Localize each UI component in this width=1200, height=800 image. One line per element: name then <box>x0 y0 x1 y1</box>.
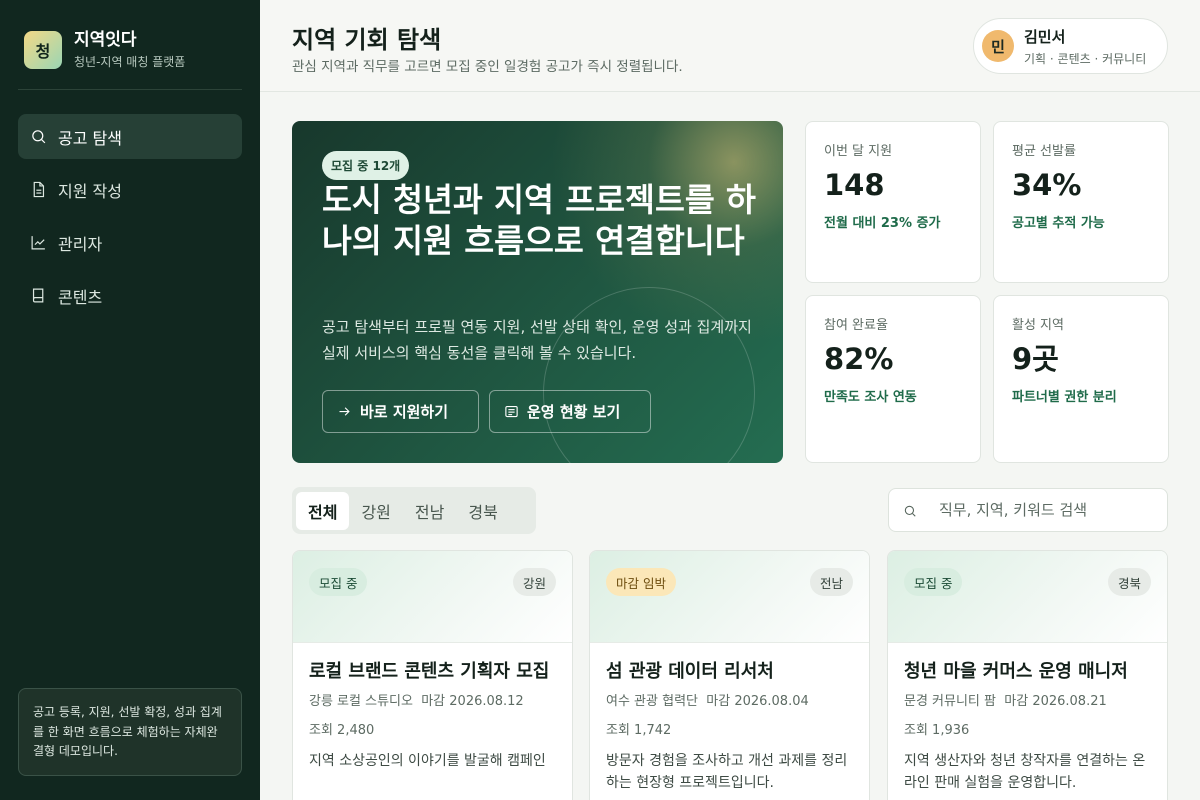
page-subtitle: 관심 지역과 직무를 고르면 모집 중인 일경험 공고가 즉시 정렬됩니다. <box>292 59 683 75</box>
brand-tagline: 청년-지역 매칭 플랫폼 <box>74 55 186 69</box>
job-card[interactable]: 모집 중 경북 청년 마을 커머스 운영 매니저 문경 커뮤니티 팜 마감 20… <box>887 550 1168 800</box>
book-icon <box>32 288 44 303</box>
brand-name: 지역잇다 <box>74 30 137 50</box>
chart-icon <box>31 236 45 250</box>
card-deadline: 마감 2026.08.04 <box>706 694 809 709</box>
card-title: 로컬 브랜드 콘텐츠 기획자 모집 <box>309 661 550 682</box>
sidebar-item-admin[interactable]: 관리자 <box>18 220 242 265</box>
sidebar-item-label: 지원 작성 <box>58 181 122 201</box>
card-org: 강릉 로컬 스튜디오 <box>309 694 413 709</box>
user-name: 김민서 <box>1024 27 1066 46</box>
stat-note: 전월 대비 23% 증가 <box>824 216 941 231</box>
sidebar-item-explore[interactable]: 공고 탐색 <box>18 114 242 159</box>
stat-label: 참여 완료율 <box>824 318 888 333</box>
tab-gyeongbuk[interactable]: 경북 <box>456 492 509 530</box>
region-badge: 경북 <box>1107 568 1151 596</box>
sidebar-item-apply[interactable]: 지원 작성 <box>18 167 242 212</box>
tab-gangwon[interactable]: 강원 <box>349 492 402 530</box>
stat-card-completion-rate: 참여 완료율 82% 만족도 조사 연동 <box>805 295 981 463</box>
search-box <box>888 488 1168 532</box>
card-meta: 강릉 로컬 스튜디오 마감 2026.08.12 <box>309 693 556 711</box>
card-views: 조회 2,480 <box>309 723 375 738</box>
card-description: 방문자 경험을 조사하고 개선 과제를 정리하는 현장형 프로젝트입니다. <box>606 753 848 791</box>
card-title: 청년 마을 커머스 운영 매니저 <box>904 661 1128 682</box>
apply-now-button[interactable]: 바로 지원하기 <box>322 390 479 433</box>
stat-note: 만족도 조사 연동 <box>824 390 917 405</box>
region-filter-tabs: 전체 강원 전남 경북 <box>292 487 536 534</box>
avatar: 민 <box>982 30 1014 62</box>
status-badge: 마감 임박 <box>606 568 676 596</box>
hero-description: 공고 탐색부터 프로필 연동 지원, 선발 상태 확인, 운영 성과 집계까지 … <box>322 318 752 362</box>
stat-value: 82% <box>824 342 894 376</box>
search-icon <box>32 130 46 144</box>
page-header: 지역 기회 탐색 관심 지역과 직무를 고르면 모집 중인 일경험 공고가 즉시… <box>260 0 1200 92</box>
card-org: 여수 관광 협력단 <box>606 694 698 709</box>
view-operations-label: 운영 현황 보기 <box>527 403 621 421</box>
stat-card-selection-rate: 평균 선발률 34% 공고별 추적 가능 <box>993 121 1169 283</box>
card-description: 지역 생산자와 청년 창작자를 연결하는 온라인 판매 실험을 운영합니다. <box>904 753 1146 791</box>
status-badge: 모집 중 <box>904 568 963 596</box>
brand-logo: 청 <box>24 30 62 69</box>
hero-title: 도시 청년과 지역 프로젝트를 하나의 지원 흐름으로 연결합니다 <box>322 181 756 260</box>
stat-value: 148 <box>824 168 885 202</box>
card-meta: 여수 관광 협력단 마감 2026.08.04 <box>606 693 853 711</box>
stat-card-applications: 이번 달 지원 148 전월 대비 23% 증가 <box>805 121 981 283</box>
document-icon <box>33 181 45 198</box>
card-header: 모집 중 강원 <box>293 551 572 643</box>
card-deadline: 마감 2026.08.12 <box>421 694 524 709</box>
region-badge: 강원 <box>512 568 556 596</box>
stat-value: 34% <box>1012 168 1082 202</box>
card-title: 섬 관광 데이터 리서처 <box>606 661 774 682</box>
stat-note: 공고별 추적 가능 <box>1012 216 1105 231</box>
sidebar: 청 지역잇다 청년-지역 매칭 플랫폼 공고 탐색 지원 작성 관리자 콘텐츠 … <box>0 0 260 800</box>
user-profile-chip[interactable]: 민 김민서 기획 · 콘텐츠 · 커뮤니티 <box>973 18 1168 74</box>
card-deadline: 마감 2026.08.21 <box>1004 694 1107 709</box>
search-input[interactable] <box>939 489 1159 531</box>
card-views: 조회 1,742 <box>606 723 672 738</box>
sidebar-item-content[interactable]: 콘텐츠 <box>18 273 242 318</box>
job-card[interactable]: 모집 중 강원 로컬 브랜드 콘텐츠 기획자 모집 강릉 로컬 스튜디오 마감 … <box>292 550 573 800</box>
user-role: 기획 · 콘텐츠 · 커뮤니티 <box>1024 51 1147 66</box>
stat-note: 파트너별 권한 분리 <box>1012 390 1117 405</box>
brand[interactable]: 청 지역잇다 청년-지역 매칭 플랫폼 <box>24 29 185 70</box>
apply-now-label: 바로 지원하기 <box>360 403 449 421</box>
list-icon <box>505 405 518 418</box>
stat-label: 활성 지역 <box>1012 318 1064 333</box>
card-header: 마감 임박 전남 <box>590 551 869 643</box>
search-icon <box>904 505 916 517</box>
sidebar-nav: 공고 탐색 지원 작성 관리자 콘텐츠 <box>18 114 242 326</box>
sidebar-info-note: 공고 등록, 지원, 선발 확정, 성과 집계를 한 화면 흐름으로 체험하는 … <box>18 688 242 776</box>
card-meta: 문경 커뮤니티 팜 마감 2026.08.21 <box>904 693 1151 711</box>
tab-all[interactable]: 전체 <box>296 491 350 530</box>
job-card[interactable]: 마감 임박 전남 섬 관광 데이터 리서처 여수 관광 협력단 마감 2026.… <box>589 550 870 800</box>
sidebar-item-label: 콘텐츠 <box>58 287 103 307</box>
sidebar-divider <box>18 89 242 90</box>
card-header: 모집 중 경북 <box>888 551 1167 643</box>
status-badge: 모집 중 <box>309 568 368 596</box>
page-title: 지역 기회 탐색 <box>292 26 442 54</box>
arrow-right-icon <box>339 407 350 416</box>
card-views: 조회 1,936 <box>904 723 970 738</box>
hero-badge: 모집 중 12개 <box>322 151 410 180</box>
stat-value: 9곳 <box>1012 342 1059 376</box>
tab-jeonnam[interactable]: 전남 <box>403 492 456 530</box>
sidebar-item-label: 관리자 <box>58 234 103 254</box>
stat-card-active-regions: 활성 지역 9곳 파트너별 권한 분리 <box>993 295 1169 463</box>
card-description: 지역 소상공인의 이야기를 발굴해 캠페인 <box>309 753 546 769</box>
card-org: 문경 커뮤니티 팜 <box>904 694 996 709</box>
view-operations-button[interactable]: 운영 현황 보기 <box>489 390 651 433</box>
region-badge: 전남 <box>809 568 853 596</box>
stat-label: 이번 달 지원 <box>824 144 893 159</box>
hero-banner: 모집 중 12개 도시 청년과 지역 프로젝트를 하나의 지원 흐름으로 연결합… <box>292 121 783 463</box>
stat-label: 평균 선발률 <box>1012 144 1076 159</box>
sidebar-item-label: 공고 탐색 <box>58 128 122 148</box>
